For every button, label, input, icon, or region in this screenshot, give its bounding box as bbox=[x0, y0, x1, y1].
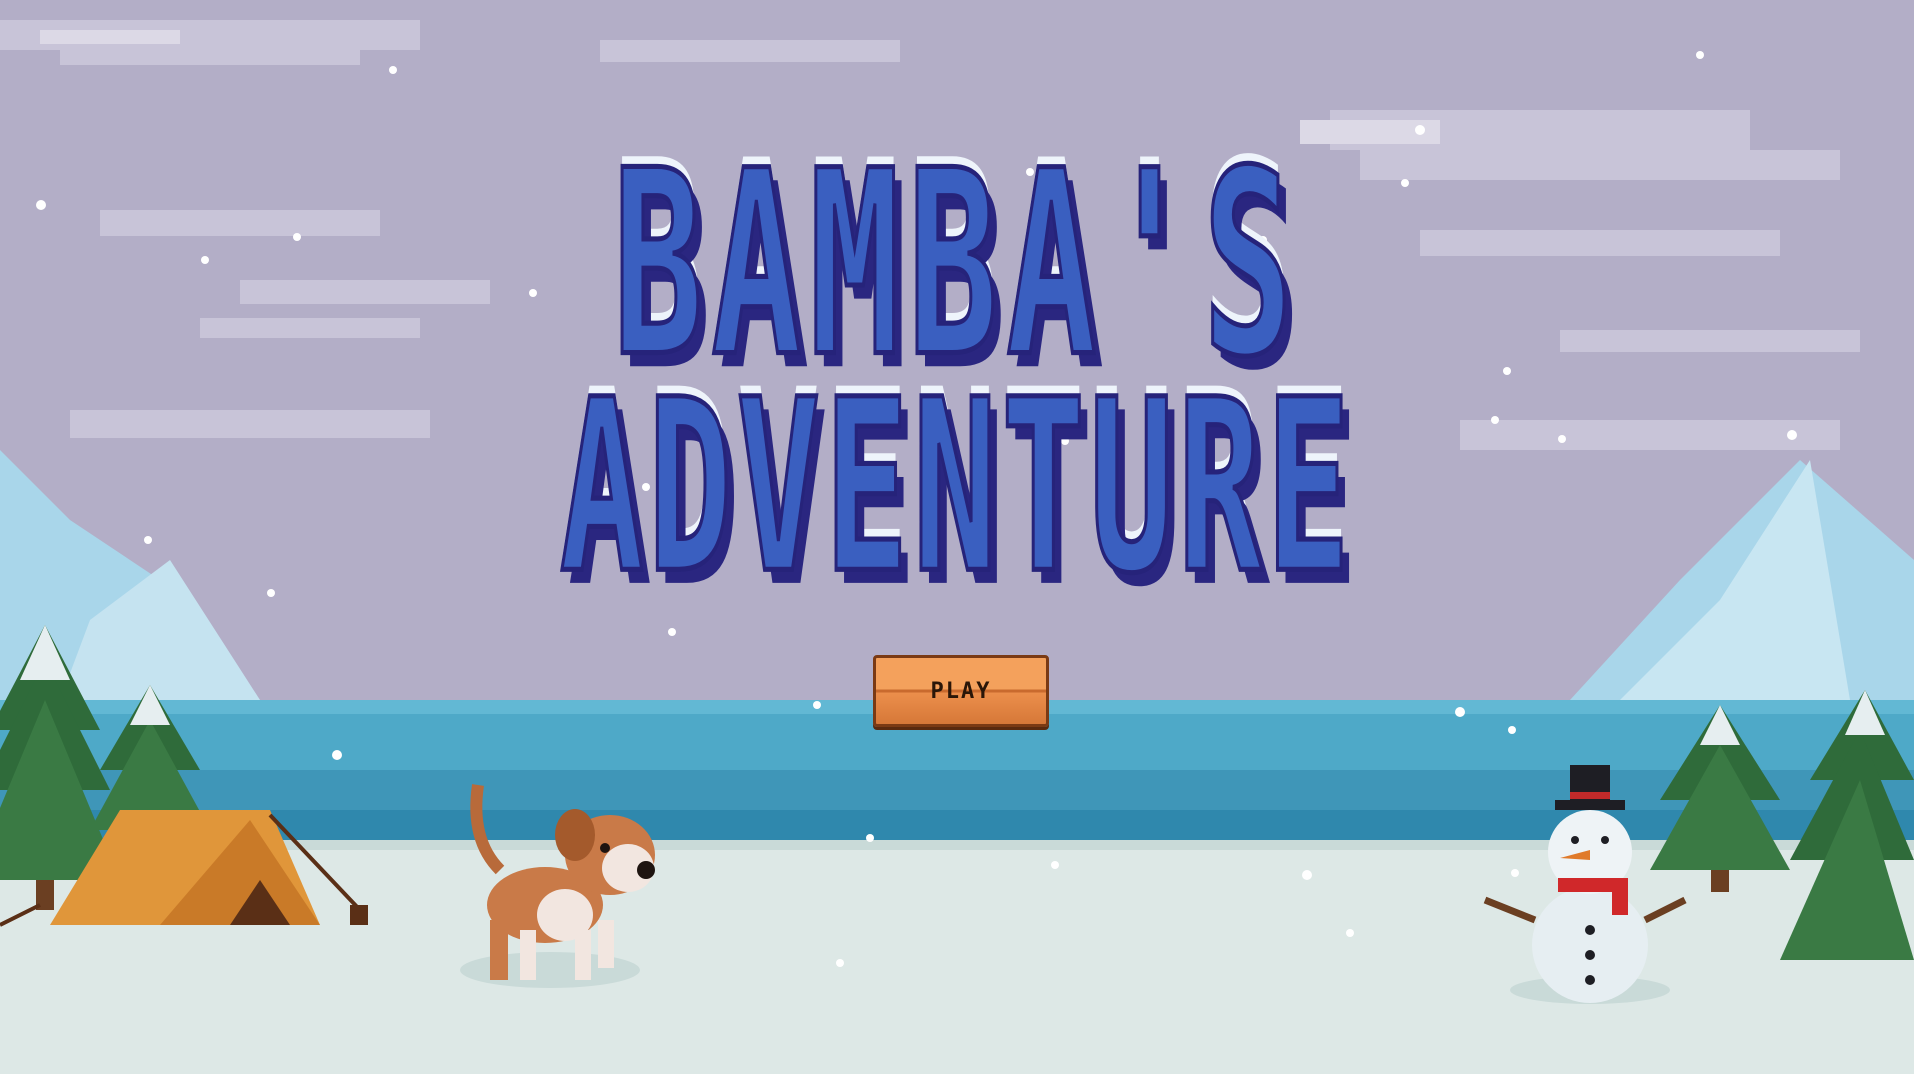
game-title-line-2: ADVENTURE bbox=[558, 347, 1355, 629]
play-button[interactable]: PLAY bbox=[873, 655, 1049, 727]
